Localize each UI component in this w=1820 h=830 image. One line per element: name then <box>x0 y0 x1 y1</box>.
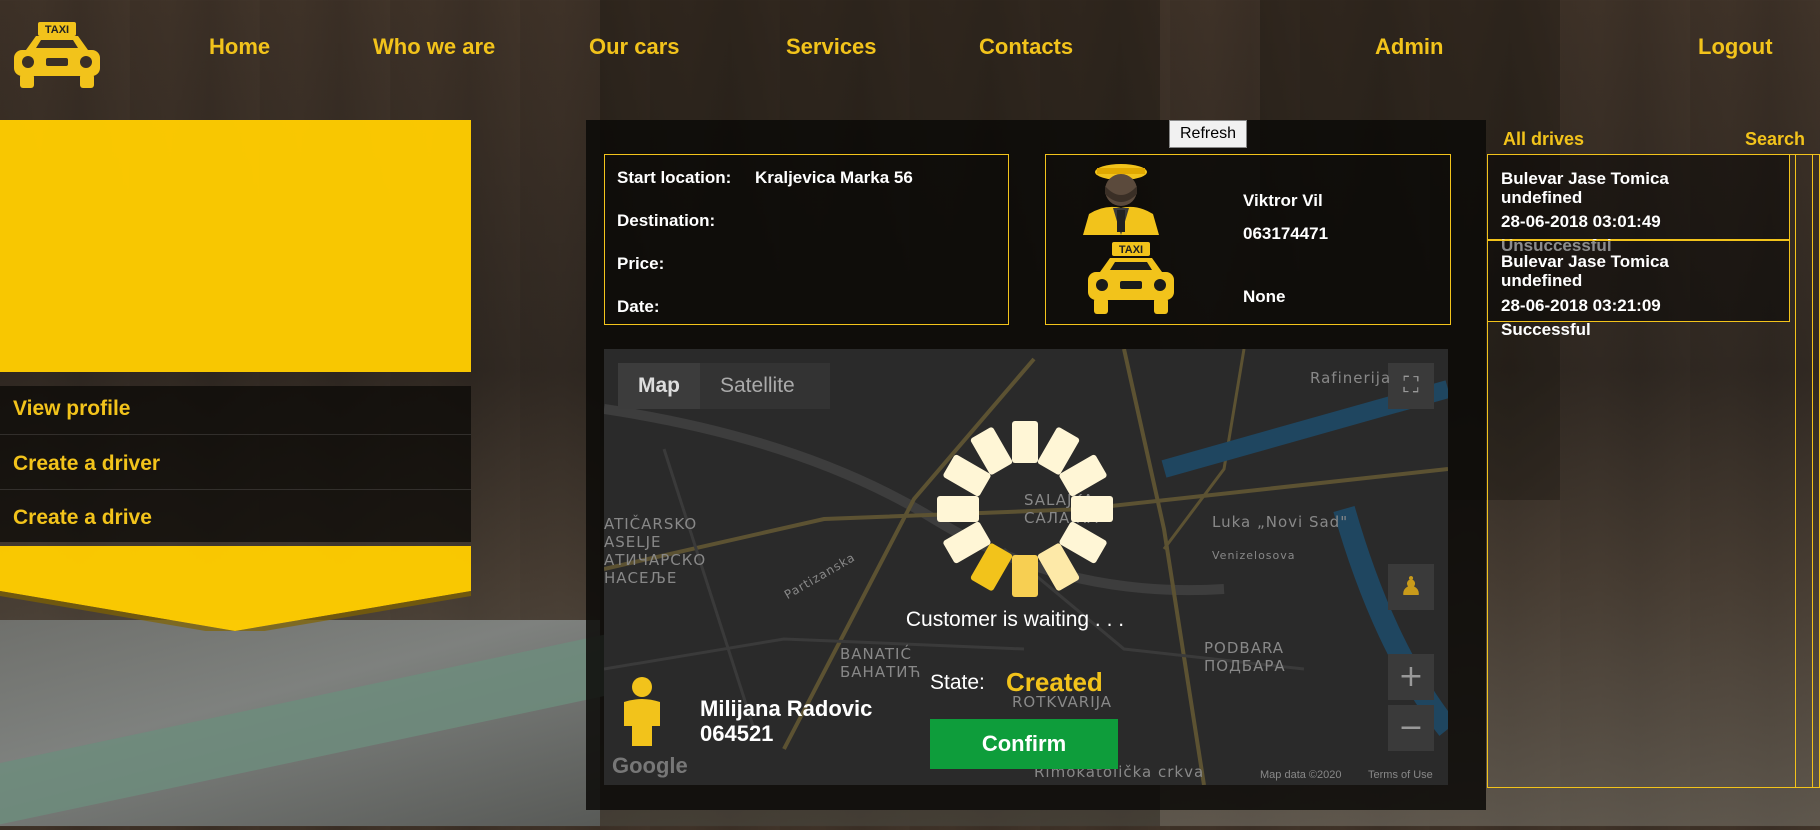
google-logo: Google <box>612 753 688 778</box>
sidebar-menu: View profile Create a driver Create a dr… <box>0 386 471 542</box>
all-drives-link[interactable]: All drives <box>1503 129 1584 150</box>
destination-label: Destination: <box>617 211 716 230</box>
customer-name: Milijana Radovic <box>700 696 873 721</box>
map-label: БАНАТИЋ <box>840 663 922 681</box>
map-label: BANATIĆ <box>840 645 912 663</box>
nav-contacts-link[interactable]: Contacts <box>979 34 1073 60</box>
divider <box>0 434 471 435</box>
map-label: АТИЧАРСКО <box>604 551 707 569</box>
customer-person-icon <box>624 677 660 746</box>
map-type-tabs: Map Satellite <box>618 363 830 409</box>
customer-waiting-text: Customer is waiting . . . <box>905 608 1125 631</box>
svg-text:TAXI: TAXI <box>1119 244 1143 256</box>
customer-phone: 064521 <box>700 721 774 746</box>
nav-admin-link[interactable]: Admin <box>1375 34 1443 60</box>
zoom-out-button[interactable]: − <box>1388 705 1434 751</box>
pegman-icon[interactable]: ♟ <box>1388 564 1434 610</box>
map-label: ПОДБАРА <box>1204 657 1286 675</box>
map-terms-link[interactable]: Terms of Use <box>1368 769 1433 781</box>
map-label: PODBARA <box>1204 639 1285 657</box>
nav-our-cars-link[interactable]: Our cars <box>589 34 680 60</box>
drives-scrollbar[interactable] <box>1795 154 1813 788</box>
nav-who-we-are-link[interactable]: Who we are <box>373 34 495 60</box>
zoom-in-button[interactable]: + <box>1388 654 1434 700</box>
state-value: Created <box>1006 667 1103 697</box>
drive-list-container <box>1487 154 1820 788</box>
start-location-label: Start location: <box>617 168 732 187</box>
nav-logout-link[interactable]: Logout <box>1698 34 1773 60</box>
confirm-button[interactable]: Confirm <box>930 719 1118 769</box>
sidebar-item-create-driver[interactable]: Create a driver <box>13 452 160 476</box>
svg-text:TAXI: TAXI <box>45 24 69 36</box>
loading-spinner-icon <box>937 421 1113 597</box>
nav-services-link[interactable]: Services <box>786 34 877 60</box>
driver-car-icon: TAXI <box>1082 240 1180 318</box>
date-label: Date: <box>617 297 660 316</box>
sidebar-banner-ribbon <box>0 546 471 631</box>
search-link[interactable]: Search <box>1745 129 1805 150</box>
refresh-button[interactable]: Refresh <box>1169 120 1247 148</box>
driver-car: None <box>1243 287 1286 306</box>
state-label: State: <box>930 671 985 694</box>
map-attribution: Map data ©2020 <box>1260 769 1342 781</box>
sidebar-item-view-profile[interactable]: View profile <box>13 397 130 421</box>
map-label: НАСЕЉЕ <box>604 569 678 587</box>
map-label: Venizelosova <box>1212 549 1296 562</box>
driver-name: Viktror Vil <box>1243 191 1323 210</box>
nav-home-link[interactable]: Home <box>209 34 270 60</box>
profile-banner <box>0 120 471 372</box>
divider <box>0 489 471 490</box>
map-label: Rafinerija <box>1310 369 1392 387</box>
fullscreen-icon[interactable]: ⛶ <box>1388 363 1434 409</box>
taxi-logo[interactable]: TAXI <box>8 20 106 92</box>
tab-map[interactable]: Map <box>618 363 700 409</box>
top-navigation: TAXI Home Who we are Our cars Services C… <box>0 0 1820 96</box>
price-label: Price: <box>617 254 665 273</box>
driver-avatar-icon <box>1075 160 1167 235</box>
tab-satellite[interactable]: Satellite <box>700 374 815 398</box>
sidebar-item-create-drive[interactable]: Create a drive <box>13 506 152 530</box>
map-label: Luka „Novi Sad" <box>1212 513 1349 531</box>
driver-phone: 063174471 <box>1243 224 1329 243</box>
start-location-value: Kraljevica Marka 56 <box>755 168 913 187</box>
map-label: ATIČARSKO <box>604 515 698 533</box>
map-label: ASELJE <box>604 533 662 551</box>
